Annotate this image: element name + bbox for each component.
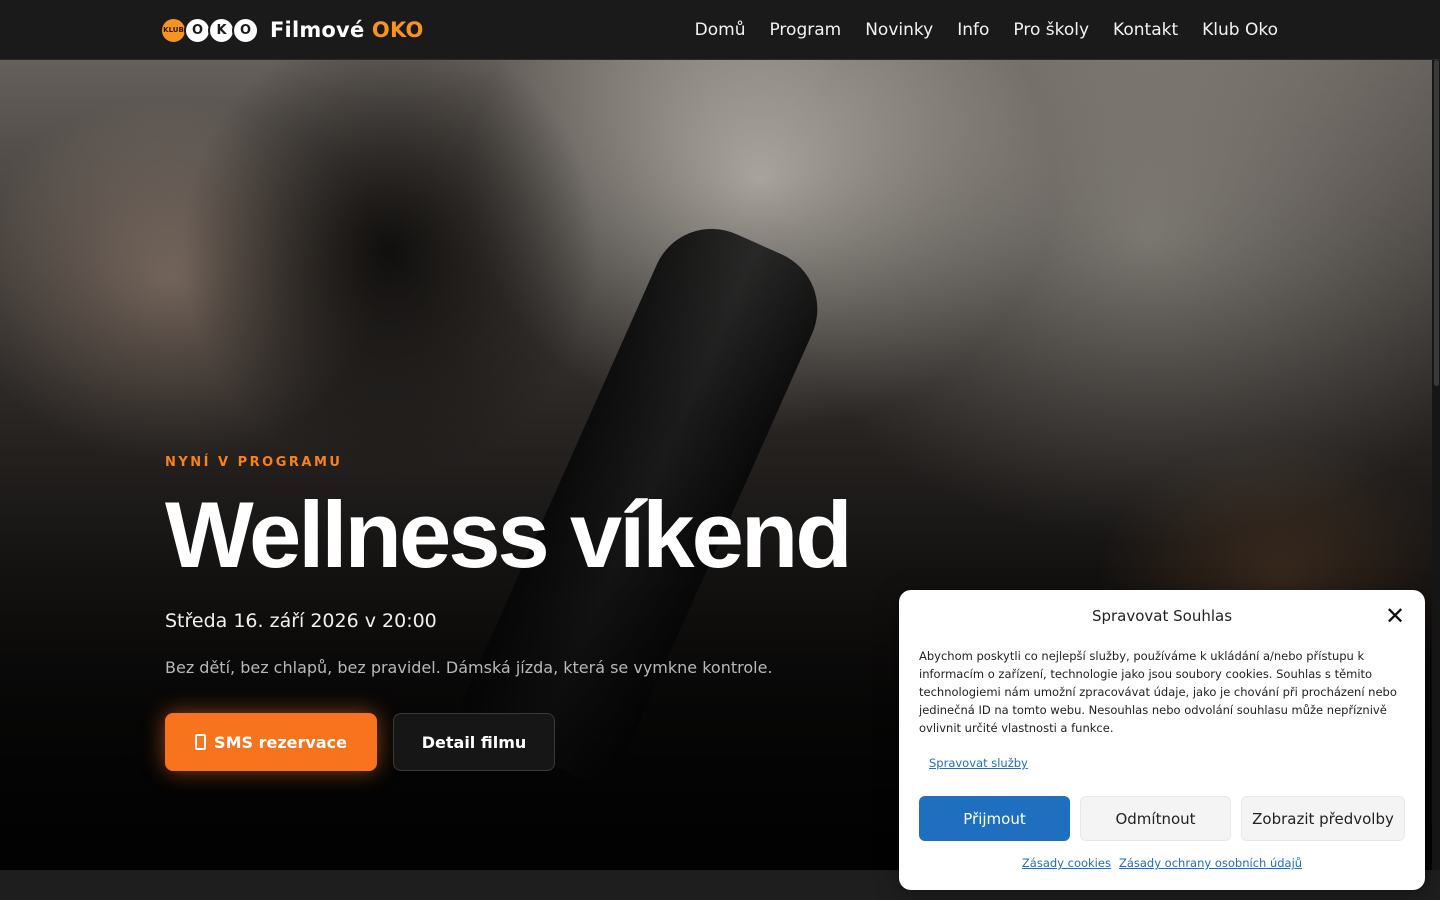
cookie-policy-links: Zásady cookies Zásady ochrany osobních ú… <box>899 856 1425 870</box>
logo-title: Filmové OKO <box>270 18 424 42</box>
cookie-body-text: Abychom poskytli co nejlepší služby, pou… <box>919 649 1397 735</box>
hero-content: NYNÍ V PROGRAMU Wellness víkend Středa 1… <box>165 455 925 771</box>
page-scrollbar[interactable] <box>1432 60 1440 870</box>
nav-item-klub-oko[interactable]: Klub Oko <box>1202 20 1278 40</box>
nav-item-kontakt[interactable]: Kontakt <box>1113 20 1178 40</box>
hero-title: Wellness víkend <box>165 482 853 587</box>
sms-reservation-label: SMS rezervace <box>214 732 347 752</box>
logo-mark: KLUB O K O <box>160 16 259 44</box>
hero-eyebrow: NYNÍ V PROGRAMU <box>165 455 343 470</box>
nav-item-info[interactable]: Info <box>957 20 989 40</box>
scrollbar-thumb[interactable] <box>1434 60 1439 386</box>
manage-services-link[interactable]: Spravovat služby <box>929 756 1028 770</box>
film-detail-button[interactable]: Detail filmu <box>393 713 555 771</box>
phone-icon <box>195 734 207 750</box>
logo-title-accent: OKO <box>371 18 424 42</box>
main-nav: Domů Program Novinky Info Pro školy Kont… <box>695 0 1278 60</box>
privacy-policy-link[interactable]: Zásady ochrany osobních údajů <box>1119 856 1302 870</box>
cookie-title: Spravovat Souhlas <box>1091 607 1233 625</box>
accept-button[interactable]: Přijmout <box>919 796 1070 841</box>
site-header: KLUB O K O Filmové OKO Domů Program Novi… <box>0 0 1440 60</box>
nav-item-novinky[interactable]: Novinky <box>865 20 933 40</box>
preferences-button[interactable]: Zobrazit předvolby <box>1241 796 1405 841</box>
nav-item-program[interactable]: Program <box>769 20 841 40</box>
hero-buttons: SMS rezervace Detail filmu <box>165 713 925 771</box>
nav-item-pro-skoly[interactable]: Pro školy <box>1013 20 1089 40</box>
cookie-policy-link[interactable]: Zásady cookies <box>1022 856 1111 870</box>
hero-date: Středa 16. září 2026 v 20:00 <box>165 610 437 632</box>
nav-item-domu[interactable]: Domů <box>695 20 746 40</box>
logo-letter-k: K <box>208 16 235 44</box>
deny-button[interactable]: Odmítnout <box>1080 796 1231 841</box>
logo-title-main: Filmové <box>270 18 365 42</box>
site-logo[interactable]: KLUB O K O Filmové OKO <box>160 15 424 45</box>
cookie-consent-dialog: Spravovat Souhlas ✕ Abychom poskytli co … <box>899 590 1425 890</box>
sms-reservation-button[interactable]: SMS rezervace <box>165 713 377 771</box>
logo-letter-o2: O <box>232 16 259 44</box>
close-icon[interactable]: ✕ <box>1383 604 1407 628</box>
hero-description: Bez dětí, bez chlapů, bez pravidel. Dáms… <box>165 658 773 677</box>
logo-letter-o1: O <box>184 16 211 44</box>
logo-badge: KLUB <box>160 16 187 44</box>
cookie-buttons: Přijmout Odmítnout Zobrazit předvolby <box>919 796 1405 841</box>
